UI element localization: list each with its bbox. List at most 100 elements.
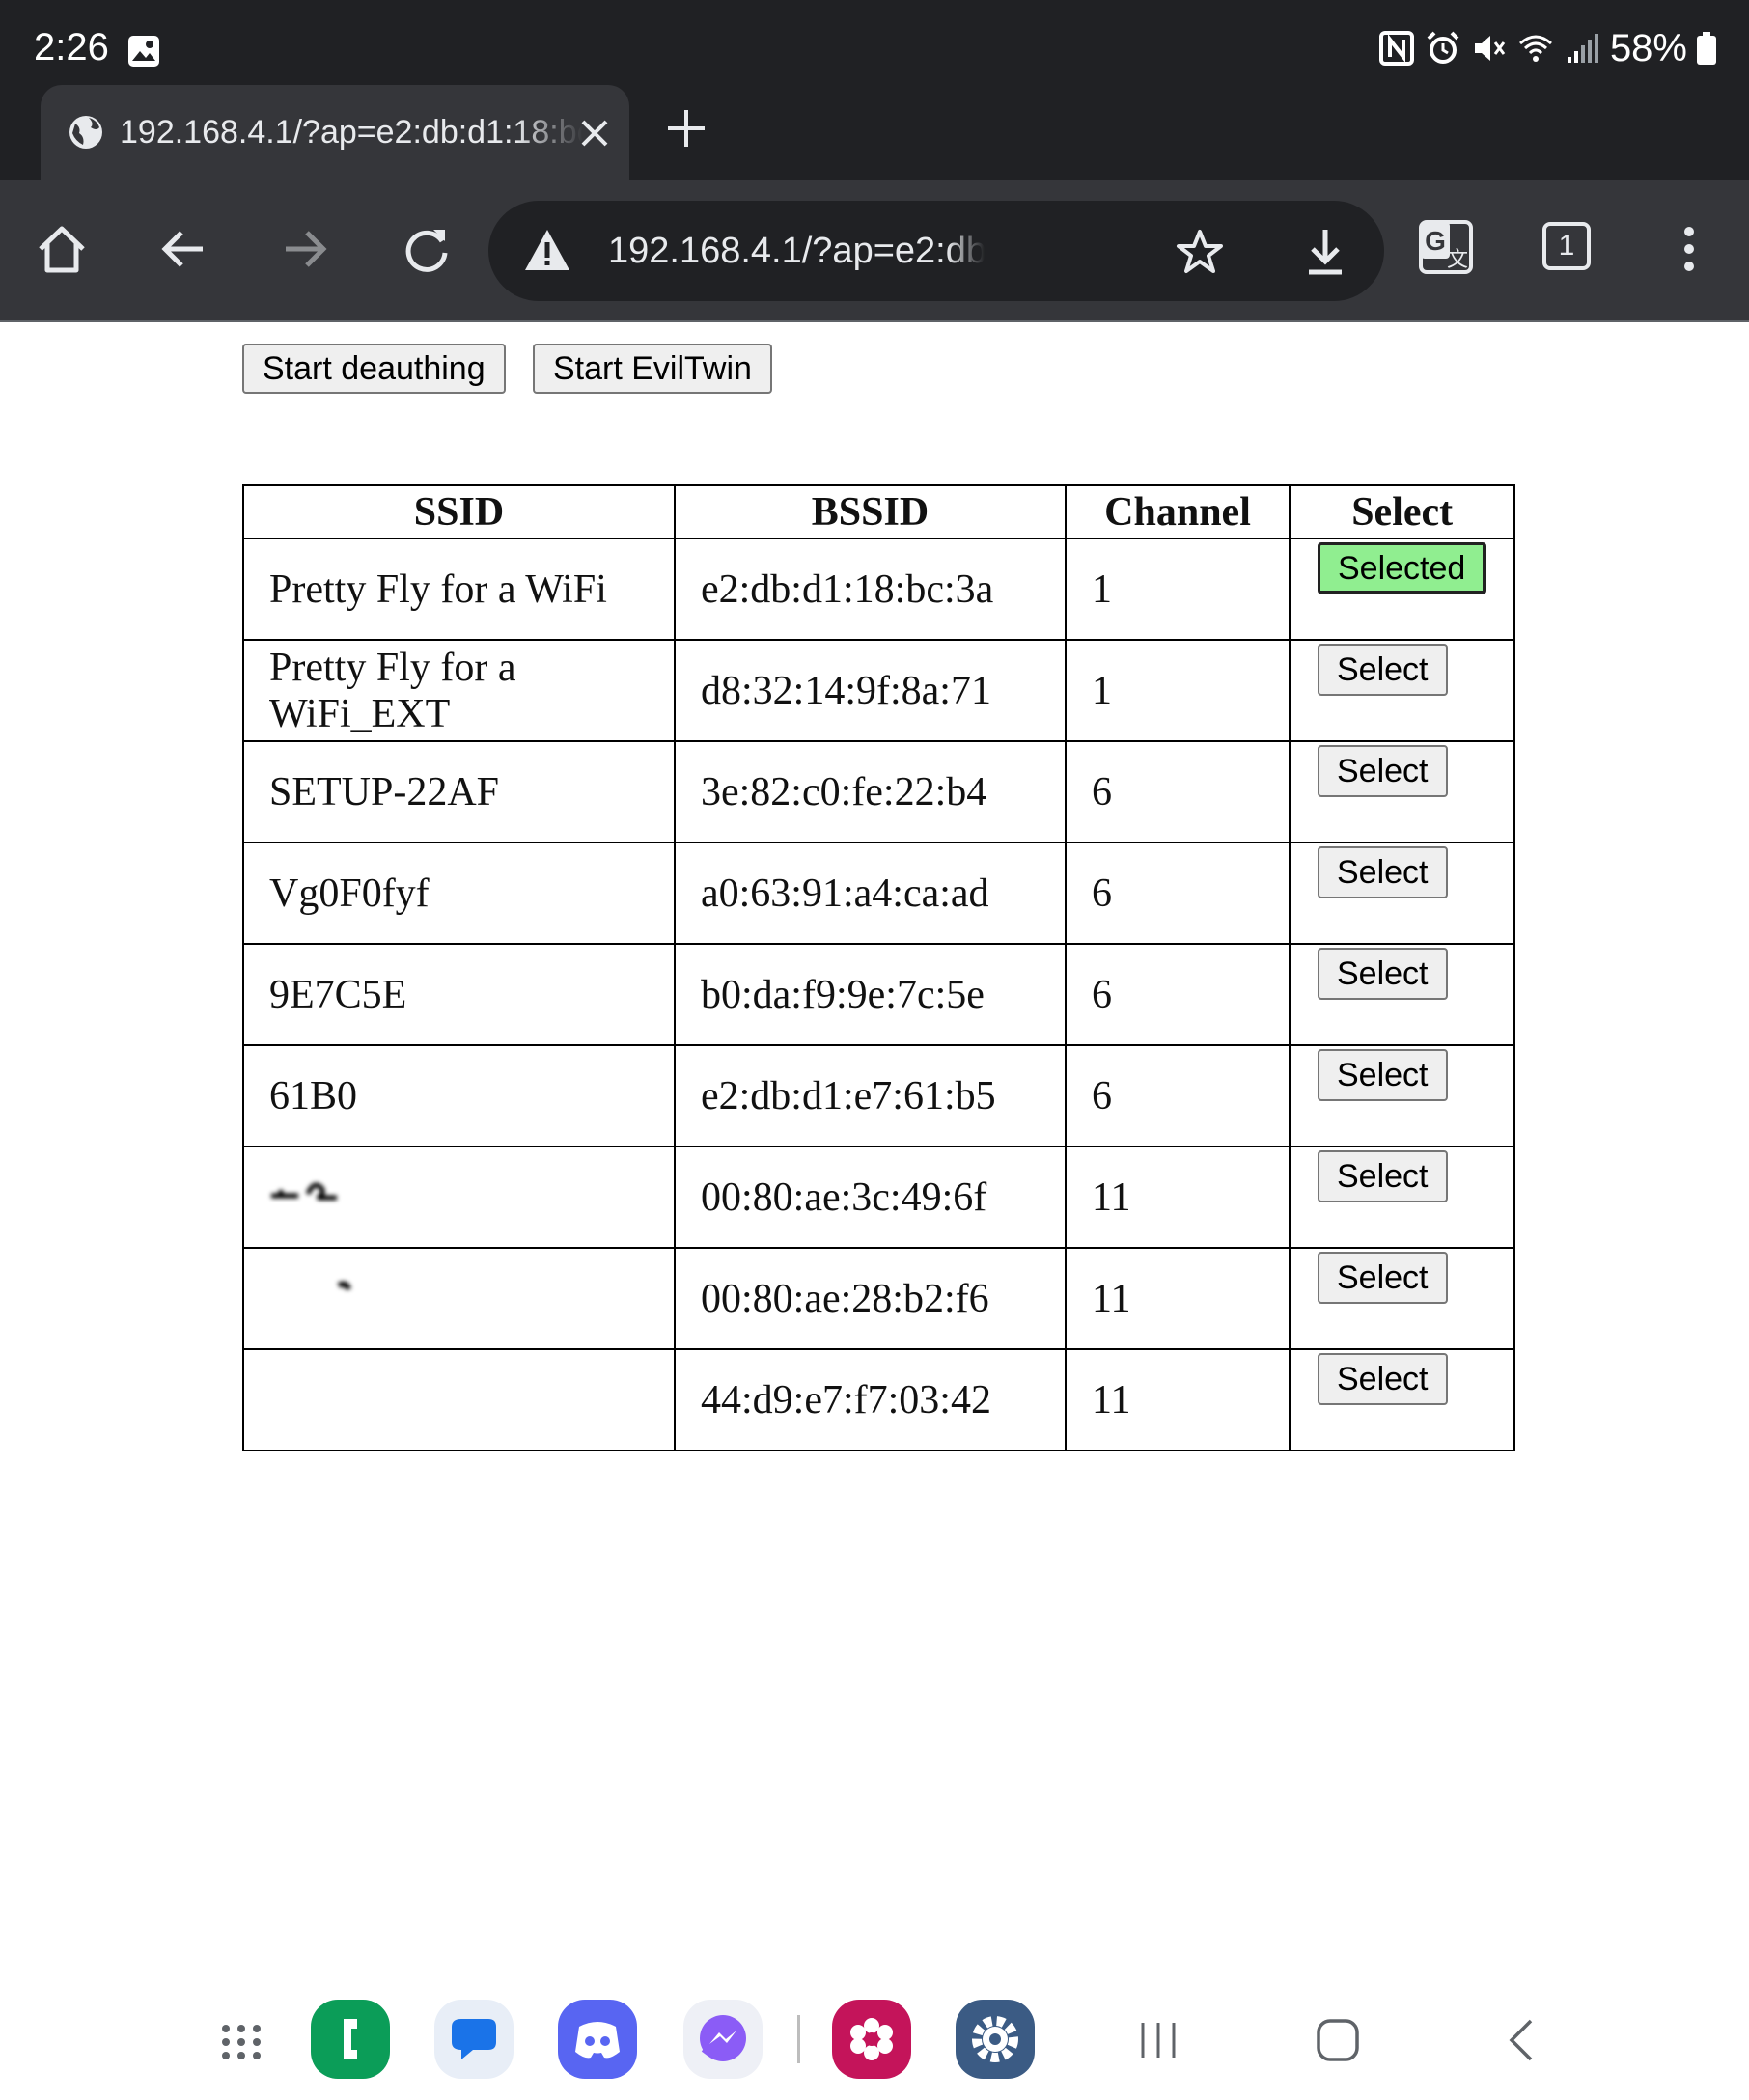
select-cell: Select: [1288, 1247, 1516, 1350]
recents-icon[interactable]: [1135, 2017, 1181, 2063]
select-cell: Select: [1288, 1146, 1516, 1249]
ssid-cell: 61B0: [242, 1044, 676, 1147]
select-cell: Select: [1288, 1348, 1516, 1451]
tab-switcher-icon[interactable]: 1: [1542, 222, 1591, 270]
channel-cell: 11: [1065, 1348, 1291, 1451]
select-cell: Select: [1288, 842, 1516, 945]
table-row: 9E7C5E b0:da:f9:9e:7c:5e 6 Select: [242, 943, 1516, 1046]
header-select: Select: [1288, 484, 1516, 539]
channel-cell: 11: [1065, 1247, 1291, 1350]
channel-cell: 6: [1065, 842, 1291, 945]
bssid-cell: b0:da:f9:9e:7c:5e: [674, 943, 1067, 1046]
selected-button[interactable]: Selected: [1318, 542, 1487, 594]
header-ssid: SSID: [242, 484, 676, 539]
tab-title: 192.168.4.1/?ap=e2:db:d1:18:bc:3a: [120, 114, 602, 151]
svg-text:文: 文: [1447, 247, 1468, 271]
url-text[interactable]: 192.168.4.1/?ap=e2:db:d1:18:bc:3a: [608, 226, 985, 276]
phone-app-icon[interactable]: [311, 2000, 390, 2079]
access-point-table: SSID BSSID Channel Select Pretty Fly for…: [242, 484, 1516, 1451]
select-button[interactable]: Select: [1318, 1150, 1448, 1202]
select-cell: Select: [1288, 740, 1516, 843]
select-cell: Selected: [1288, 538, 1516, 641]
messages-app-icon[interactable]: [434, 2000, 514, 2079]
close-tab-icon[interactable]: [573, 112, 616, 154]
select-cell: Select: [1288, 1044, 1516, 1147]
alarm-icon: [1427, 31, 1459, 64]
ssid-cell: Vg0F0fyf: [242, 842, 676, 945]
wifi-icon: [1518, 35, 1552, 62]
bottom-dock: [0, 1978, 1749, 2100]
channel-cell: 6: [1065, 1044, 1291, 1147]
gallery-icon: [128, 36, 159, 67]
address-bar[interactable]: 192.168.4.1/?ap=e2:db:d1:18:bc:3a: [488, 201, 1384, 301]
select-button[interactable]: Select: [1318, 1353, 1448, 1405]
redacted-ssid: [271, 1182, 337, 1201]
bssid-cell: 00:80:ae:28:b2:f6: [674, 1247, 1067, 1350]
forward-icon[interactable]: [278, 222, 332, 276]
discord-app-icon[interactable]: [558, 2000, 637, 2079]
gallery-app-icon[interactable]: [832, 2000, 911, 2079]
header-channel: Channel: [1065, 484, 1291, 539]
battery-level: 58%: [1609, 27, 1687, 69]
channel-cell: 11: [1065, 1146, 1291, 1249]
select-cell: Select: [1288, 639, 1516, 742]
select-button[interactable]: Select: [1318, 846, 1448, 898]
channel-cell: 6: [1065, 943, 1291, 1046]
nfc-icon: [1378, 31, 1414, 66]
start-eviltwin-button[interactable]: Start EvilTwin: [533, 344, 772, 394]
status-bar: 2:26 58%: [0, 0, 1749, 83]
globe-icon: [69, 116, 102, 149]
warning-icon[interactable]: [523, 228, 571, 272]
menu-icon[interactable]: [1662, 222, 1716, 276]
tab-strip: 192.168.4.1/?ap=e2:db:d1:18:bc:3a: [0, 83, 1749, 180]
reload-icon[interactable]: [400, 222, 454, 276]
tab-count: 1: [1558, 230, 1575, 262]
messenger-app-icon[interactable]: [683, 2000, 763, 2079]
select-button[interactable]: Select: [1318, 1252, 1448, 1304]
select-button[interactable]: Select: [1318, 1049, 1448, 1101]
ssid-cell: Pretty Fly for a WiFi: [242, 538, 676, 641]
svg-text:G: G: [1425, 226, 1446, 256]
select-cell: Select: [1288, 943, 1516, 1046]
bssid-cell: e2:db:d1:18:bc:3a: [674, 538, 1067, 641]
ssid-cell-redacted: [242, 1348, 676, 1451]
back-icon[interactable]: [156, 222, 210, 276]
mute-icon: [1474, 36, 1506, 61]
select-button[interactable]: Select: [1318, 948, 1448, 1000]
table-row: 61B0 e2:db:d1:e7:61:b5 6 Select: [242, 1044, 1516, 1147]
table-row: SETUP-22AF 3e:82:c0:fe:22:b4 6 Select: [242, 740, 1516, 843]
new-tab-icon[interactable]: [664, 106, 708, 151]
bssid-cell: 3e:82:c0:fe:22:b4: [674, 740, 1067, 843]
translate-icon[interactable]: G 文: [1417, 218, 1475, 276]
app-drawer-icon[interactable]: [203, 2000, 280, 2079]
download-icon[interactable]: [1301, 226, 1349, 278]
browser-toolbar: 192.168.4.1/?ap=e2:db:d1:18:bc:3a G 文 1: [0, 180, 1749, 322]
start-deauth-button[interactable]: Start deauthing: [242, 344, 506, 394]
channel-cell: 6: [1065, 740, 1291, 843]
header-bssid: BSSID: [674, 484, 1067, 539]
table-row: 00:80:ae:28:b2:f6 11 Select: [242, 1247, 1516, 1350]
channel-cell: 1: [1065, 538, 1291, 641]
table-row: Pretty Fly for a WiFi_EXT d8:32:14:9f:8a…: [242, 639, 1516, 742]
select-button[interactable]: Select: [1318, 745, 1448, 797]
browser-tab[interactable]: 192.168.4.1/?ap=e2:db:d1:18:bc:3a: [41, 85, 629, 180]
bssid-cell: d8:32:14:9f:8a:71: [674, 639, 1067, 742]
ssid-cell: Pretty Fly for a WiFi_EXT: [242, 639, 676, 742]
status-icons: 58%: [1378, 21, 1716, 75]
home-nav-icon[interactable]: [1315, 2017, 1361, 2063]
table-header-row: SSID BSSID Channel Select: [242, 484, 1516, 539]
ssid-cell: 9E7C5E: [242, 943, 676, 1046]
star-icon[interactable]: [1176, 228, 1224, 276]
home-icon[interactable]: [35, 222, 89, 276]
bssid-cell: 00:80:ae:3c:49:6f: [674, 1146, 1067, 1249]
settings-app-icon[interactable]: [956, 2000, 1035, 2079]
bssid-cell: 44:d9:e7:f7:03:42: [674, 1348, 1067, 1451]
back-nav-icon[interactable]: [1500, 2017, 1546, 2063]
bssid-cell: a0:63:91:a4:ca:ad: [674, 842, 1067, 945]
table-row: 00:80:ae:3c:49:6f 11 Select: [242, 1146, 1516, 1249]
clock: 2:26: [34, 26, 109, 69]
select-button[interactable]: Select: [1318, 644, 1448, 696]
table-row: 44:d9:e7:f7:03:42 11 Select: [242, 1348, 1516, 1451]
table-row: Pretty Fly for a WiFi e2:db:d1:18:bc:3a …: [242, 538, 1516, 641]
channel-cell: 1: [1065, 639, 1291, 742]
